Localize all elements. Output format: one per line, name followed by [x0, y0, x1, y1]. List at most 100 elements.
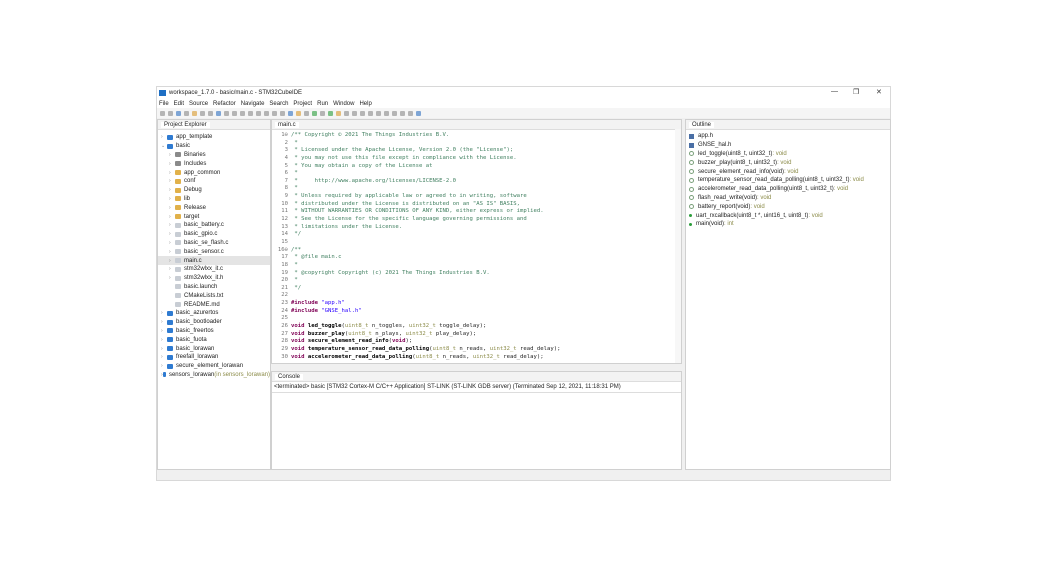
tab-main-c[interactable]: main.c [275, 121, 299, 128]
toolbar-icon[interactable] [312, 110, 317, 116]
tree-item[interactable]: › basic_se_flash.c [158, 239, 270, 248]
outline-item[interactable]: GNSE_hal.h [686, 141, 890, 150]
tree-item[interactable]: › basic_fuota [158, 335, 270, 344]
menu-run[interactable]: Run [317, 101, 328, 107]
toolbar-icon[interactable] [304, 110, 309, 116]
code-token: uint32_t [405, 330, 433, 337]
outline-item[interactable]: accelerometer_read_data_polling(uint8_t,… [686, 185, 890, 194]
close-button[interactable]: ✕ [876, 88, 882, 96]
tree-item[interactable]: basic.launch [158, 283, 270, 292]
toolbar-icon[interactable] [232, 110, 237, 116]
code-line: 5 * You may obtain a copy of the License… [272, 163, 681, 171]
toolbar-icon[interactable] [280, 110, 285, 116]
toolbar-icon[interactable] [176, 110, 181, 116]
tab-project-explorer[interactable]: Project Explorer [161, 121, 210, 128]
tree-item-label: README.md [184, 301, 220, 308]
toolbar-icon[interactable] [416, 110, 421, 116]
toolbar-icon[interactable] [192, 110, 197, 116]
outline-item[interactable]: buzzer_play(uint8_t, uint32_t) : void [686, 158, 890, 167]
code-line: 8 * [272, 185, 681, 193]
tab-console[interactable]: Console [275, 373, 304, 380]
toolbar-icon[interactable] [216, 110, 221, 116]
toolbar-icon[interactable] [384, 110, 389, 116]
toolbar-icon[interactable] [368, 110, 373, 116]
outline-item[interactable]: uart_rxcallback(uint8_t *, uint16_t, uin… [686, 211, 890, 220]
toolbar-icon[interactable] [184, 110, 189, 116]
tree-item[interactable]: › app_common [158, 168, 270, 177]
minimize-button[interactable]: — [831, 88, 838, 95]
toolbar-icon[interactable] [328, 110, 333, 116]
tree-item[interactable]: › basic_gpio.c [158, 230, 270, 239]
tree-item[interactable]: › sensors_lorawan (in sensors_lorawan) [158, 371, 270, 380]
outline-item[interactable]: secure_element_read_info(void) : void [686, 167, 890, 176]
outline-item-name: GNSE_hal.h [698, 142, 732, 149]
toolbar-icon[interactable] [296, 110, 301, 116]
code-token: * [291, 170, 298, 177]
toolbar-icon[interactable] [336, 110, 341, 116]
toolbar-icon[interactable] [344, 110, 349, 116]
tree-item[interactable]: › conf [158, 177, 270, 186]
tree-item[interactable]: README.md [158, 300, 270, 309]
toolbar-icon[interactable] [392, 110, 397, 116]
menu-source[interactable]: Source [189, 101, 208, 107]
outline-item[interactable]: flash_read_write(void) : void [686, 194, 890, 203]
toolbar-icon[interactable] [240, 110, 245, 116]
tree-item[interactable]: › basic_azurertos [158, 309, 270, 318]
menu-refactor[interactable]: Refactor [213, 101, 236, 107]
outline-item[interactable]: app.h [686, 132, 890, 141]
tree-item[interactable]: › stm32wlxx_it.c [158, 265, 270, 274]
toolbar-icon[interactable] [168, 110, 173, 116]
tree-item[interactable]: › app_template [158, 133, 270, 142]
decl-icon [689, 160, 694, 166]
menu-edit[interactable]: Edit [174, 101, 184, 107]
toolbar-icon[interactable] [408, 110, 413, 116]
outline-item[interactable]: temperature_sensor_read_data_polling(uin… [686, 176, 890, 185]
menu-project[interactable]: Project [293, 101, 312, 107]
tree-item[interactable]: › Includes [158, 159, 270, 168]
toolbar-icon[interactable] [376, 110, 381, 116]
tree-item[interactable]: › basic_bootloader [158, 318, 270, 327]
menu-help[interactable]: Help [359, 101, 371, 107]
tree-item[interactable]: › stm32wlxx_it.h [158, 274, 270, 283]
toolbar-icon[interactable] [160, 110, 165, 116]
toolbar-icon[interactable] [200, 110, 205, 116]
tab-outline[interactable]: Outline [689, 121, 715, 128]
tree-item[interactable]: › secure_element_lorawan [158, 362, 270, 371]
tree-item[interactable]: CMakeLists.txt [158, 291, 270, 300]
toolbar-icon[interactable] [256, 110, 261, 116]
editor-scrollbar[interactable] [675, 129, 681, 363]
tree-item[interactable]: › target [158, 212, 270, 221]
tree-item[interactable]: › basic_battery.c [158, 221, 270, 230]
outline-item[interactable]: led_toggle(uint8_t, uint32_t) : void [686, 150, 890, 159]
toolbar-icon[interactable] [320, 110, 325, 116]
code-token: void [291, 323, 308, 330]
tree-item[interactable]: › basic_sensor.c [158, 247, 270, 256]
tree-item[interactable]: › basic_lorawan [158, 344, 270, 353]
toolbar-icon[interactable] [224, 110, 229, 116]
code-editor[interactable]: 1⊖/** Copyright © 2021 The Things Indust… [272, 130, 681, 361]
menu-window[interactable]: Window [333, 101, 354, 107]
tree-item[interactable]: › Debug [158, 186, 270, 195]
toolbar-icon[interactable] [400, 110, 405, 116]
tree-item[interactable]: › lib [158, 195, 270, 204]
tree-item[interactable]: › Binaries [158, 151, 270, 160]
toolbar-icon[interactable] [264, 110, 269, 116]
menu-navigate[interactable]: Navigate [241, 101, 265, 107]
toolbar-icon[interactable] [352, 110, 357, 116]
tree-item-label: Debug [184, 187, 202, 194]
toolbar-icon[interactable] [288, 110, 293, 116]
toolbar-icon[interactable] [272, 110, 277, 116]
tree-item[interactable]: ⌄ basic [158, 142, 270, 151]
menu-search[interactable]: Search [269, 101, 288, 107]
menu-file[interactable]: File [159, 101, 169, 107]
toolbar-icon[interactable] [248, 110, 253, 116]
tree-item[interactable]: › freefall_lorawan [158, 353, 270, 362]
tree-item[interactable]: › main.c [158, 256, 270, 265]
outline-item[interactable]: battery_report(void) : void [686, 202, 890, 211]
tree-item[interactable]: › Release [158, 203, 270, 212]
tree-item[interactable]: › basic_freertos [158, 327, 270, 336]
outline-item[interactable]: main(void) : int [686, 220, 890, 229]
toolbar-icon[interactable] [360, 110, 365, 116]
toolbar-icon[interactable] [208, 110, 213, 116]
maximize-button[interactable]: ❐ [853, 88, 859, 96]
